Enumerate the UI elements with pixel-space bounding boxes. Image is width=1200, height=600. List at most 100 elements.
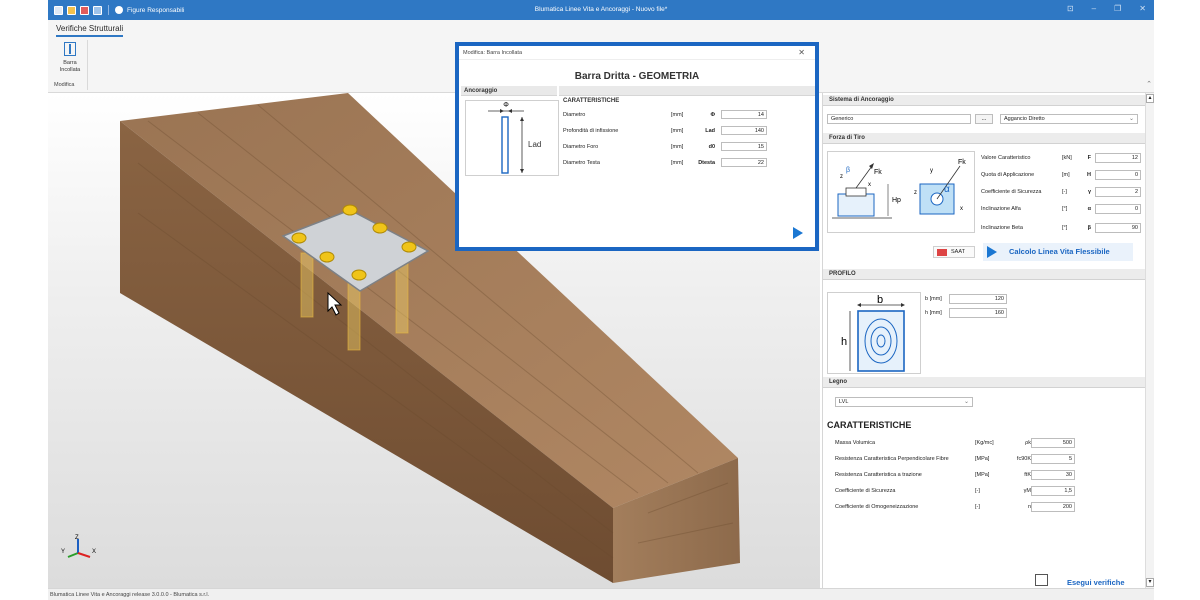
forza-beta-label: β: [846, 167, 850, 174]
saat-button[interactable]: SAAT: [933, 246, 975, 258]
profilo-h-label: h: [841, 336, 847, 348]
legno-select[interactable]: LVL ⌄: [835, 397, 973, 407]
properties-panel: Sistema di Ancoraggio Generico ... Aggan…: [822, 93, 1154, 588]
forza-fk-label: Fk: [874, 169, 882, 176]
axis-x-label: X: [92, 549, 96, 555]
chevron-down-icon: ⌄: [963, 399, 969, 405]
sistema-field[interactable]: Generico: [827, 114, 971, 124]
play-next-icon[interactable]: [793, 227, 803, 239]
checklist-icon[interactable]: [1035, 574, 1048, 586]
input-ftk[interactable]: 30: [1031, 470, 1075, 480]
symbol-profondita: Lad: [705, 128, 715, 134]
forza-diagram: β Fk z x Hp Fk α y z x: [827, 151, 975, 233]
symbol-diametro-foro: d0: [708, 144, 715, 150]
unit-ftk: [MPa]: [975, 472, 990, 478]
tab-verifiche-strutturali[interactable]: Verifiche Strutturali: [56, 24, 124, 37]
label-coeff: Coefficiente di Sicurezza: [981, 189, 1042, 195]
bar-icon: [64, 42, 76, 56]
group-label-modifica: Modifica: [54, 82, 75, 88]
sistema-header: Sistema di Ancoraggio: [823, 95, 1145, 106]
label-massa: Massa Volumica: [835, 440, 876, 446]
minimize-icon[interactable]: –: [1092, 4, 1096, 13]
browse-button[interactable]: ...: [975, 114, 993, 124]
input-massa[interactable]: 500: [1031, 438, 1075, 448]
unit-valore: [kN]: [1062, 155, 1072, 161]
ribbon-collapse-icon[interactable]: ⌃: [1146, 80, 1152, 88]
input-fc90k[interactable]: 5: [1031, 454, 1075, 464]
input-valore[interactable]: 12: [1095, 153, 1141, 163]
anchor-diagram: Φ Lad: [465, 100, 559, 176]
symbol-massa: ρk: [1025, 440, 1031, 446]
symbol-quota: H: [1087, 172, 1091, 178]
input-gamma-m[interactable]: 1,5: [1031, 486, 1075, 496]
input-coeff[interactable]: 2: [1095, 187, 1141, 197]
label-diametro-foro: Diametro Foro: [563, 144, 599, 150]
forza-y-label: y: [930, 168, 933, 174]
row-alfa: Inclinazione Alfa [°] α 0: [981, 203, 1161, 215]
profilo-diagram: b h: [827, 292, 921, 374]
row-valore-caratteristico: Valore Caratteristico [kN] F 12: [981, 152, 1161, 164]
legno-header: Legno: [823, 377, 1145, 388]
section-ancoraggio: Ancoraggio: [461, 86, 557, 96]
label-fc90k: Resistenza Caratteristica Perpendicolare…: [835, 456, 949, 462]
axis-y-label: Y: [61, 549, 65, 555]
legno-characteristics-title: CARATTERISTICHE: [827, 420, 912, 430]
calcolo-label: Calcolo Linea Vita Flessibile: [1009, 247, 1110, 256]
dialog-header: Modifica: Barra Incollata ✕: [459, 46, 815, 60]
row-ftk: Resistenza Caratteristica a trazione [MP…: [835, 469, 1085, 481]
input-profondita[interactable]: 140: [721, 126, 767, 135]
symbol-coeff: γ: [1087, 189, 1091, 195]
symbol-ftk: ftK: [1024, 472, 1031, 478]
input-alfa[interactable]: 0: [1095, 204, 1141, 214]
label-ftk: Resistenza Caratteristica a trazione: [835, 472, 922, 478]
aggancio-select[interactable]: Aggancio Diretto ⌄: [1000, 114, 1138, 124]
label-profondita: Profondità di infissione: [563, 128, 619, 134]
input-beta[interactable]: 90: [1095, 223, 1141, 233]
forza-x2-label: x: [960, 206, 963, 212]
esegui-verifiche-button[interactable]: Esegui verifiche: [1067, 578, 1125, 587]
input-quota[interactable]: 0: [1095, 170, 1141, 180]
input-diametro[interactable]: 14: [721, 110, 767, 119]
input-h[interactable]: 160: [949, 308, 1007, 318]
symbol-omogeneizzazione: n: [1027, 504, 1031, 510]
label-diametro: Diametro: [563, 112, 586, 118]
forza-fk2-label: Fk: [958, 159, 966, 166]
symbol-gamma-m: γM: [1023, 488, 1031, 494]
row-fc90k: Resistenza Caratteristica Perpendicolare…: [835, 453, 1085, 465]
chevron-down-icon: ⌄: [1128, 116, 1134, 122]
input-diametro-foro[interactable]: 15: [721, 142, 767, 151]
saat-icon: [937, 249, 947, 256]
maximize-icon[interactable]: ❐: [1114, 4, 1121, 13]
symbol-diametro-testa: Dtesta: [698, 160, 715, 166]
symbol-beta: β: [1087, 225, 1091, 231]
ribbon-display-icon[interactable]: ⊡: [1067, 4, 1074, 13]
window-controls: ⊡ – ❐ ✕: [1067, 4, 1146, 13]
input-omogeneizzazione[interactable]: 200: [1031, 502, 1075, 512]
window-title: Blumatica Linee Vita e Ancoraggi - Nuovo…: [534, 6, 668, 13]
unit-coeff: [-]: [1062, 189, 1067, 195]
label-valore: Valore Caratteristico: [981, 155, 1031, 161]
row-b: b [mm] 120: [925, 294, 1015, 305]
row-h: h [mm] 160: [925, 308, 1015, 319]
scroll-up-icon[interactable]: ▴: [1146, 94, 1154, 103]
forza-z2-label: z: [914, 190, 917, 196]
dialog-close-icon[interactable]: ✕: [798, 48, 805, 57]
input-diametro-testa[interactable]: 22: [721, 158, 767, 167]
row-profondita: Profondità di infissione [mm] Lad 140: [563, 126, 769, 136]
row-coeff-sicurezza: Coefficiente di Sicurezza [-] γ 2: [981, 186, 1161, 198]
unit-diametro-foro: [mm]: [671, 144, 684, 150]
unit-diametro-testa: [mm]: [671, 160, 684, 166]
row-diametro-testa: Diametro Testa [mm] Dtesta 22: [563, 158, 769, 168]
unit-gamma-m: [-]: [975, 488, 980, 494]
profilo-header: PROFILO: [823, 269, 1145, 280]
input-b[interactable]: 120: [949, 294, 1007, 304]
label-diametro-testa: Diametro Testa: [563, 160, 600, 166]
panel-scrollbar[interactable]: ▴ ▾: [1145, 93, 1154, 588]
symbol-alfa: α: [1087, 206, 1091, 212]
barra-incollata-button[interactable]: Barra Incollata: [56, 42, 84, 73]
scroll-down-icon[interactable]: ▾: [1146, 578, 1154, 587]
forza-z-label: z: [840, 174, 843, 180]
close-icon[interactable]: ✕: [1139, 4, 1146, 13]
unit-massa: [Kg/mc]: [975, 440, 994, 446]
calcolo-linea-vita-button[interactable]: Calcolo Linea Vita Flessibile: [983, 243, 1133, 261]
